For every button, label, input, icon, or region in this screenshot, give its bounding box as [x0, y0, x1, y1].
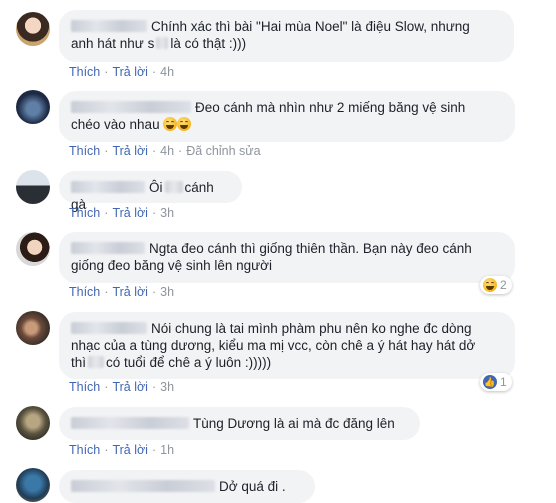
comment-text: Ngta đeo cánh thì giống thiên thần. Bạn …: [149, 241, 472, 256]
like-link[interactable]: Thích: [69, 380, 100, 394]
like-link[interactable]: Thích: [69, 285, 100, 299]
redacted-text: [88, 356, 105, 368]
timestamp[interactable]: 4h: [160, 144, 174, 158]
redacted-name: [71, 480, 215, 492]
redacted-name: [71, 181, 145, 193]
comment-actions: Thích · Trả lời · 3h: [69, 380, 174, 394]
avatar[interactable]: [16, 311, 50, 345]
comment-text: là có thật :))): [170, 36, 247, 51]
avatar[interactable]: [16, 468, 50, 502]
like-link[interactable]: Thích: [69, 206, 100, 220]
separator: ·: [104, 206, 109, 220]
timestamp[interactable]: 3h: [160, 380, 174, 394]
like-reaction-icon: 👍: [483, 375, 497, 389]
redacted-name: [71, 417, 189, 429]
like-link[interactable]: Thích: [69, 65, 100, 79]
reply-link[interactable]: Trả lời: [112, 443, 148, 457]
reaction-summary[interactable]: 👍 1: [480, 373, 512, 391]
separator: ·: [151, 144, 157, 158]
redacted-name: [71, 20, 147, 32]
comment-text: thì: [71, 355, 87, 370]
separator: ·: [104, 285, 109, 299]
comment-bubble: Tùng Dương là ai mà đc đăng lên: [59, 407, 420, 440]
avatar[interactable]: [16, 170, 50, 204]
avatar[interactable]: [16, 12, 50, 46]
timestamp[interactable]: 1h: [160, 443, 174, 457]
laughing-emoji-icon: [177, 117, 192, 131]
like-link[interactable]: Thích: [69, 144, 100, 158]
comment-text: giống đeo băng vệ sinh lên người: [71, 258, 273, 273]
redacted-name: [71, 322, 147, 334]
redacted-text: [164, 181, 183, 193]
reply-link[interactable]: Trả lời: [112, 285, 148, 299]
haha-reaction-icon: [483, 278, 497, 292]
separator: ·: [104, 443, 109, 457]
separator: ·: [178, 144, 183, 158]
edited-label[interactable]: Đã chỉnh sửa: [186, 144, 260, 158]
redacted-text: [156, 37, 169, 49]
avatar[interactable]: [16, 90, 50, 124]
reply-link[interactable]: Trả lời: [112, 206, 148, 220]
comment-actions: Thích · Trả lời · 3h: [69, 206, 174, 220]
comment-text: Tùng Dương là ai mà đc đăng lên: [193, 416, 395, 431]
timestamp[interactable]: 3h: [160, 285, 174, 299]
comment-text: Ôi: [149, 180, 163, 195]
comment-bubble: Chính xác thì bài "Hai mùa Noel" là điệu…: [59, 10, 514, 62]
reply-link[interactable]: Trả lời: [112, 144, 148, 158]
comment-text: Dở quá đi .: [219, 479, 286, 494]
comment-actions: Thích · Trả lời · 3h: [69, 285, 174, 299]
laughing-emoji-icon: [163, 117, 178, 131]
comment-actions: Thích · Trả lời · 4h · Đã chỉnh sửa: [69, 144, 261, 158]
comment-bubble: Đeo cánh mà nhìn như 2 miếng băng vệ sin…: [59, 91, 515, 142]
comment-text: Đeo cánh mà nhìn như 2 miếng băng vệ sin…: [195, 100, 466, 115]
separator: ·: [151, 380, 157, 394]
separator: ·: [104, 380, 109, 394]
separator: ·: [151, 285, 157, 299]
separator: ·: [151, 65, 157, 79]
reaction-summary[interactable]: 2: [480, 276, 512, 294]
reply-link[interactable]: Trả lời: [112, 65, 148, 79]
comment-bubble: Ngta đeo cánh thì giống thiên thần. Bạn …: [59, 232, 515, 283]
avatar[interactable]: [16, 406, 50, 440]
like-link[interactable]: Thích: [69, 443, 100, 457]
comment-bubble: Dở quá đi .: [59, 470, 315, 503]
separator: ·: [151, 443, 157, 457]
redacted-name: [71, 101, 191, 113]
comment-bubble: Ôi cánh gà: [59, 171, 242, 212]
reaction-count: 2: [500, 278, 507, 292]
timestamp[interactable]: 4h: [160, 65, 174, 79]
avatar[interactable]: [16, 232, 50, 266]
comment-text: Nói chung là tai mình phàm phu nên ko ng…: [151, 321, 472, 336]
timestamp[interactable]: 3h: [160, 206, 174, 220]
reply-link[interactable]: Trả lời: [112, 380, 148, 394]
comment-text: có tuổi để chê a ý luôn :))))): [106, 355, 272, 370]
comment-text: chéo vào nhau: [71, 117, 160, 132]
redacted-name: [71, 242, 145, 254]
comment-text: nhạc của a tùng dương, kiểu ma mị vcc, c…: [71, 338, 476, 353]
comment-text: Chính xác thì bài "Hai mùa Noel" là điệu…: [151, 19, 470, 34]
separator: ·: [104, 144, 109, 158]
reaction-count: 1: [500, 375, 507, 389]
comment-actions: Thích · Trả lời · 1h: [69, 443, 174, 457]
separator: ·: [104, 65, 109, 79]
separator: ·: [151, 206, 157, 220]
comment-actions: Thích · Trả lời · 4h: [69, 65, 174, 79]
comment-bubble: Nói chung là tai mình phàm phu nên ko ng…: [59, 312, 515, 379]
comment-text: anh hát như s: [71, 36, 155, 51]
